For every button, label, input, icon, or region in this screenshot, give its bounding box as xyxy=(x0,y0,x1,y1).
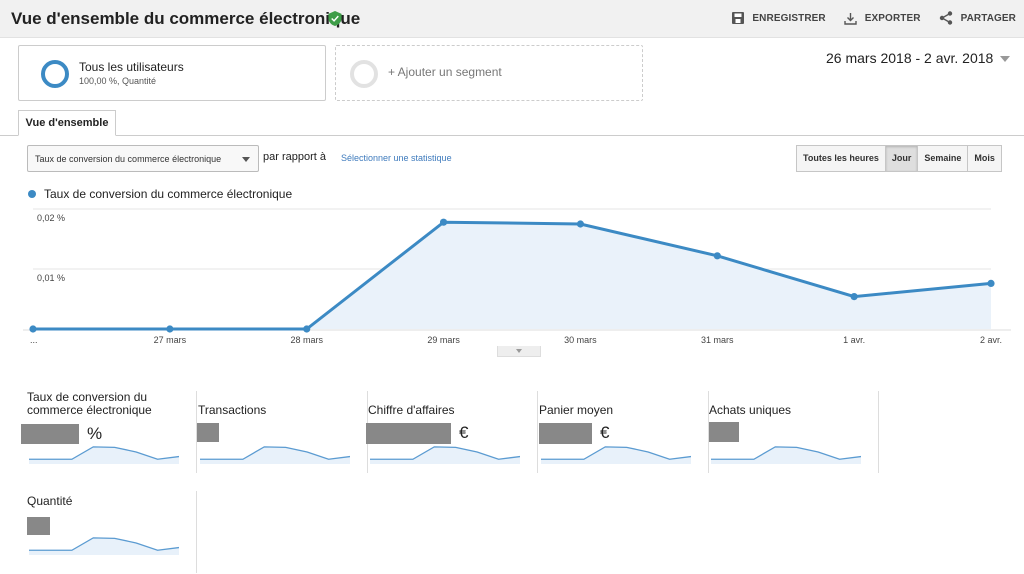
segment-name: Tous les utilisateurs xyxy=(79,60,184,74)
chevron-down-icon xyxy=(242,157,250,162)
metric-value-redacted xyxy=(21,424,79,444)
chart-expander[interactable] xyxy=(497,346,541,357)
add-segment-card[interactable]: + Ajouter un segment xyxy=(335,45,643,101)
metric-label: Quantité xyxy=(27,494,73,508)
granularity-day[interactable]: Jour xyxy=(884,145,919,172)
x-tick-label: 2 avr. xyxy=(980,335,1002,345)
data-point xyxy=(576,220,585,228)
data-point xyxy=(303,325,311,333)
data-point xyxy=(166,325,174,333)
legend-dot-icon xyxy=(28,190,36,198)
data-point xyxy=(713,252,721,260)
share-button[interactable]: PARTAGER xyxy=(939,11,1016,25)
legend-label: Taux de conversion du commerce électroni… xyxy=(44,187,293,201)
date-range-picker[interactable]: 26 mars 2018 - 2 avr. 2018 xyxy=(826,50,993,66)
metric-select-value: Taux de conversion du commerce électroni… xyxy=(35,154,222,164)
metric-sparkline xyxy=(711,446,861,464)
x-tick-label: 28 mars xyxy=(290,335,323,345)
export-button[interactable]: EXPORTER xyxy=(844,11,921,25)
segment-detail: 100,00 %, Quantité xyxy=(79,76,157,86)
metric-sparkline xyxy=(541,446,691,464)
metric-label: Taux de conversion du commerce électroni… xyxy=(27,390,152,417)
metric-value-redacted xyxy=(366,423,451,444)
x-tick-label: 31 mars xyxy=(701,335,734,345)
sparkline-area xyxy=(29,446,179,464)
tab-divider xyxy=(0,135,1024,136)
x-tick-label: 1 avr. xyxy=(843,335,865,345)
top-bar: Vue d'ensemble du commerce électronique … xyxy=(0,0,1024,38)
metric-label: Transactions xyxy=(198,403,267,417)
sparkline-area xyxy=(370,446,520,464)
sparkline-area xyxy=(200,446,350,464)
granularity-hourly[interactable]: Toutes les heures xyxy=(796,145,886,172)
x-tick-label: ... xyxy=(30,335,38,345)
save-label: ENREGISTRER xyxy=(752,12,826,24)
metric-sparkline xyxy=(29,537,179,555)
granularity-toggle: Toutes les heures Jour Semaine Mois xyxy=(796,145,1002,172)
metric-sparkline xyxy=(370,446,520,464)
metric-tile[interactable]: Quantité xyxy=(27,491,197,573)
series-area xyxy=(33,222,991,329)
metric-label: Achats uniques xyxy=(709,403,792,417)
metric-label: Panier moyen xyxy=(539,403,614,417)
sparkline-area xyxy=(711,446,861,464)
metric-sparkline xyxy=(200,446,350,464)
sparkline-area xyxy=(541,446,691,464)
metric-unit: € xyxy=(459,423,469,442)
data-point xyxy=(850,293,858,301)
metric-value-redacted xyxy=(27,517,50,535)
data-point xyxy=(439,218,448,226)
granularity-month[interactable]: Mois xyxy=(967,145,1002,172)
share-icon xyxy=(939,11,952,25)
metric-tile[interactable]: Achats uniques xyxy=(709,391,879,473)
select-metric-link[interactable]: Sélectionner une statistique xyxy=(341,153,452,163)
metric-tile[interactable]: Panier moyen € xyxy=(539,391,709,473)
x-tick-label: 29 mars xyxy=(427,335,460,345)
share-label: PARTAGER xyxy=(960,12,1016,24)
conversion-rate-chart: 0,02 % 0,01 %... 27 mars 28 mars 29 mars 30 m… xyxy=(23,208,1011,345)
add-segment-label: + Ajouter un segment xyxy=(388,65,502,79)
y-tick-label: 0,02 % xyxy=(37,213,65,223)
tab-overview[interactable]: Vue d'ensemble xyxy=(18,110,116,136)
metric-select[interactable]: Taux de conversion du commerce électroni… xyxy=(27,145,259,172)
metric-tile[interactable]: Taux de conversion du commerce électroni… xyxy=(21,390,197,473)
metric-unit: € xyxy=(600,423,610,442)
metric-value-redacted xyxy=(709,422,739,442)
x-tick-label: 30 mars xyxy=(564,335,597,345)
metric-value-redacted xyxy=(539,423,592,444)
metric-tile[interactable]: Chiffre d'affaires € xyxy=(366,391,538,473)
chevron-down-icon[interactable] xyxy=(1000,56,1010,62)
data-point xyxy=(29,325,37,333)
download-icon xyxy=(844,12,857,25)
export-label: EXPORTER xyxy=(864,12,921,24)
compare-label: par rapport à xyxy=(263,151,326,163)
save-icon xyxy=(732,12,745,24)
segment-donut-icon xyxy=(41,60,69,88)
segment-card-all-users[interactable]: Tous les utilisateurs 100,00 %, Quantité xyxy=(18,45,326,101)
metric-tile[interactable]: Transactions xyxy=(197,391,368,473)
verified-shield-icon xyxy=(328,11,342,26)
page-title: Vue d'ensemble du commerce électronique xyxy=(11,9,361,28)
y-tick-label: 0,01 % xyxy=(37,273,65,283)
chevron-down-icon xyxy=(516,349,522,353)
save-button[interactable]: ENREGISTRER xyxy=(732,11,826,25)
chart-legend: Taux de conversion du commerce électroni… xyxy=(28,187,292,201)
metric-value-redacted xyxy=(197,423,219,442)
sparkline-area xyxy=(29,537,179,555)
metric-label: Chiffre d'affaires xyxy=(368,403,455,417)
data-point xyxy=(987,279,995,287)
empty-segment-icon xyxy=(350,60,378,88)
metric-unit: % xyxy=(87,424,103,443)
metric-sparkline xyxy=(29,446,179,464)
x-tick-label: 27 mars xyxy=(154,335,187,345)
granularity-week[interactable]: Semaine xyxy=(917,145,969,172)
